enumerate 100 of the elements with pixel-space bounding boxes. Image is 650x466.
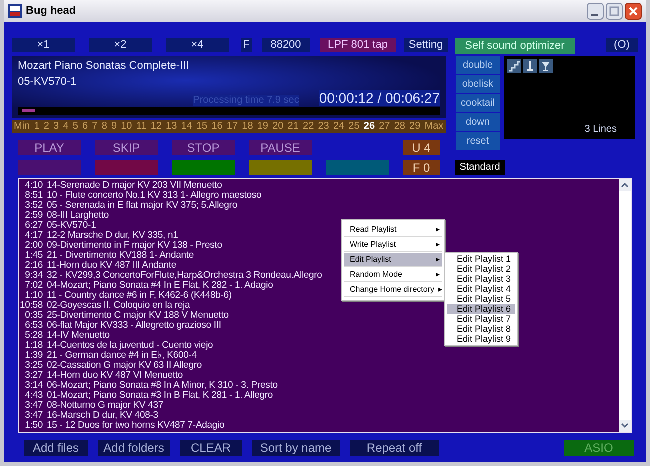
submenu-item[interactable]: Edit Playlist 9 xyxy=(447,334,515,344)
transport-button[interactable]: SKIP xyxy=(95,140,158,155)
bottom-button[interactable]: CLEAR xyxy=(180,440,242,456)
bottom-button[interactable]: Add files xyxy=(24,440,88,456)
track-name[interactable]: 21 - Divertimento KV188 1- Andante xyxy=(47,251,194,261)
submenu-item[interactable]: Edit Playlist 2 xyxy=(447,264,515,274)
track-number[interactable]: 9 xyxy=(111,120,118,133)
track-name[interactable]: 05 - Serenada in E flat major KV 375; 5.Allegro xyxy=(47,201,238,211)
track-name[interactable]: 16-Marsch D dur, KV 408-3 xyxy=(47,411,158,421)
close-button[interactable] xyxy=(625,2,642,20)
track-number[interactable]: 6 xyxy=(82,120,88,133)
track-name[interactable]: 02-Cassation G major KV 63 II Allegro xyxy=(47,361,202,371)
toolbar-button[interactable]: ×4 xyxy=(166,38,229,52)
track-number[interactable]: Max xyxy=(424,120,444,133)
transport-button[interactable]: PAUSE xyxy=(249,140,312,155)
track-name[interactable]: 14-Horn duo KV 487 VI Menuetto xyxy=(47,371,183,381)
glass-icon[interactable] xyxy=(539,59,553,73)
track-name[interactable]: 05-KV570-1 xyxy=(47,221,96,231)
track-number[interactable]: 21 xyxy=(288,120,299,133)
submenu-item[interactable]: Edit Playlist 6 xyxy=(447,304,515,314)
track-number[interactable]: 5 xyxy=(72,120,78,133)
effect-button[interactable]: cooktail xyxy=(456,94,500,112)
track-name[interactable]: 01-Mozart; Piano Sonata #3 In B Flat, K 281 - 1. Allegro xyxy=(47,391,274,401)
track-number[interactable]: 12 xyxy=(150,120,162,133)
toolbar-button[interactable]: LPF 801 tap xyxy=(320,38,396,52)
track-name[interactable]: 32 - KV299,3 ConcertoForFlute,Harp&Orchestra 3 Rondeau.Allegro xyxy=(47,271,322,281)
track-name[interactable]: 11 - Country dance #6 in F, K462-6 (K448b-6) xyxy=(47,291,232,301)
transport-button[interactable]: STOP xyxy=(172,140,235,155)
track-name[interactable]: 14-Cuentos de la juventud - Cuento viejo xyxy=(47,341,214,351)
color-button[interactable] xyxy=(326,160,389,175)
track-number[interactable]: 14 xyxy=(181,120,192,133)
submenu-item[interactable]: Edit Playlist 3 xyxy=(447,274,515,284)
effect-button[interactable]: reset xyxy=(456,132,500,150)
menu-item[interactable]: Read Playlist ▸ xyxy=(344,223,442,237)
track-number[interactable]: 4 xyxy=(63,120,69,133)
track-name[interactable]: 10 - Flute concerto No.1 KV 313 1- Allegro maestoso xyxy=(47,191,262,201)
track-name[interactable]: 09-Divertimento in F major KV 138 - Presto xyxy=(47,241,222,251)
color-button[interactable] xyxy=(249,160,312,175)
submenu-item[interactable]: Edit Playlist 7 xyxy=(447,314,515,324)
color-button[interactable] xyxy=(18,160,81,175)
track-name[interactable]: 15 - 12 Duos for two horns KV487 7-Adagio xyxy=(47,421,225,431)
track-name[interactable]: 08-III Larghetto xyxy=(47,211,110,221)
bottom-button[interactable]: Sort by name xyxy=(252,440,340,456)
menu-item[interactable]: Change Home directory ▸ xyxy=(344,283,442,297)
track-name[interactable]: 21 - German dance #4 in E♭, K600-4 xyxy=(47,351,197,361)
track-number[interactable]: 2 xyxy=(44,120,50,133)
track-name[interactable]: 14-Serenade D major KV 203 VII Menuetto xyxy=(47,181,222,191)
track-name[interactable]: 25-Divertimento C major KV 188 V Menuetto xyxy=(47,311,229,321)
bottom-button[interactable]: Add folders xyxy=(98,440,170,456)
track-number[interactable]: 1 xyxy=(34,120,40,133)
toolbar-button[interactable]: ×1 xyxy=(12,38,75,52)
track-number[interactable]: Min xyxy=(14,120,30,133)
track-number[interactable]: 8 xyxy=(102,120,108,133)
track-number[interactable]: 27 xyxy=(379,120,390,133)
toolbar-button[interactable]: Setting xyxy=(404,38,448,52)
toolbar-button[interactable]: ×2 xyxy=(89,38,152,52)
effect-button[interactable]: double xyxy=(456,56,500,74)
transport-button[interactable]: PLAY xyxy=(18,140,81,155)
track-name[interactable]: 06-flat Major KV333 - Allegretto grazioso III xyxy=(47,321,222,331)
track-name[interactable]: 11-Horn duo KV 487 III Andante xyxy=(47,261,176,271)
stairs-icon[interactable] xyxy=(507,59,521,73)
track-number[interactable]: 3 xyxy=(54,120,60,133)
track-number[interactable]: 13 xyxy=(166,120,178,133)
track-name[interactable]: 12-2 Marsche D dur, KV 335, n1 xyxy=(47,231,178,241)
color-button[interactable] xyxy=(95,160,158,175)
submenu-item[interactable]: Edit Playlist 5 xyxy=(447,294,515,304)
menu-item[interactable]: Write Playlist ▸ xyxy=(344,238,442,252)
track-number[interactable]: 16 xyxy=(212,120,223,133)
menu-item[interactable]: Random Mode ▸ xyxy=(344,268,442,282)
track-name[interactable]: 04-Mozart; Piano Sonata #4 In E Flat, K 282 - 1. Adagio xyxy=(47,281,274,291)
track-number[interactable]: 28 xyxy=(394,120,406,133)
track-number[interactable]: 18 xyxy=(242,120,254,133)
track-number[interactable]: 23 xyxy=(318,120,330,133)
track-number[interactable]: 17 xyxy=(226,120,238,133)
color-button[interactable] xyxy=(172,160,235,175)
track-number[interactable]: 15 xyxy=(196,120,208,133)
toolbar-button[interactable]: (O) xyxy=(606,38,638,52)
track-number[interactable]: 22 xyxy=(303,120,314,133)
submenu-item[interactable]: Edit Playlist 4 xyxy=(447,284,515,294)
toolbar-button[interactable]: Self sound optimizer xyxy=(455,38,575,54)
counter-button[interactable]: F 0 xyxy=(403,160,440,175)
track-number[interactable]: 7 xyxy=(92,120,98,133)
bottom-button[interactable]: Repeat off xyxy=(350,440,439,456)
effect-button[interactable]: down xyxy=(456,113,500,131)
scroll-up-button[interactable] xyxy=(619,179,631,191)
scroll-down-button[interactable] xyxy=(619,420,631,432)
track-name[interactable]: 08-Notturno G major KV 437 xyxy=(47,401,164,411)
track-name[interactable]: 06-Mozart; Piano Sonata #8 In A Minor, K 310 - 3. Presto xyxy=(47,381,278,391)
submenu-item[interactable]: Edit Playlist 1 xyxy=(447,254,515,264)
mode-button[interactable]: Standard xyxy=(455,160,505,175)
track-number[interactable]: 25 xyxy=(348,120,360,133)
toolbar-button[interactable]: 88200 xyxy=(262,38,310,52)
track-number[interactable]: 29 xyxy=(410,120,421,133)
track-number[interactable]: 24 xyxy=(333,120,345,133)
track-number[interactable]: 26 xyxy=(364,120,376,133)
effect-button[interactable]: obelisk xyxy=(456,75,500,93)
track-number[interactable]: 20 xyxy=(272,120,284,133)
counter-button[interactable]: U 4 xyxy=(403,140,440,155)
submenu-item[interactable]: Edit Playlist 8 xyxy=(447,324,515,334)
track-number[interactable]: 11 xyxy=(136,120,147,133)
